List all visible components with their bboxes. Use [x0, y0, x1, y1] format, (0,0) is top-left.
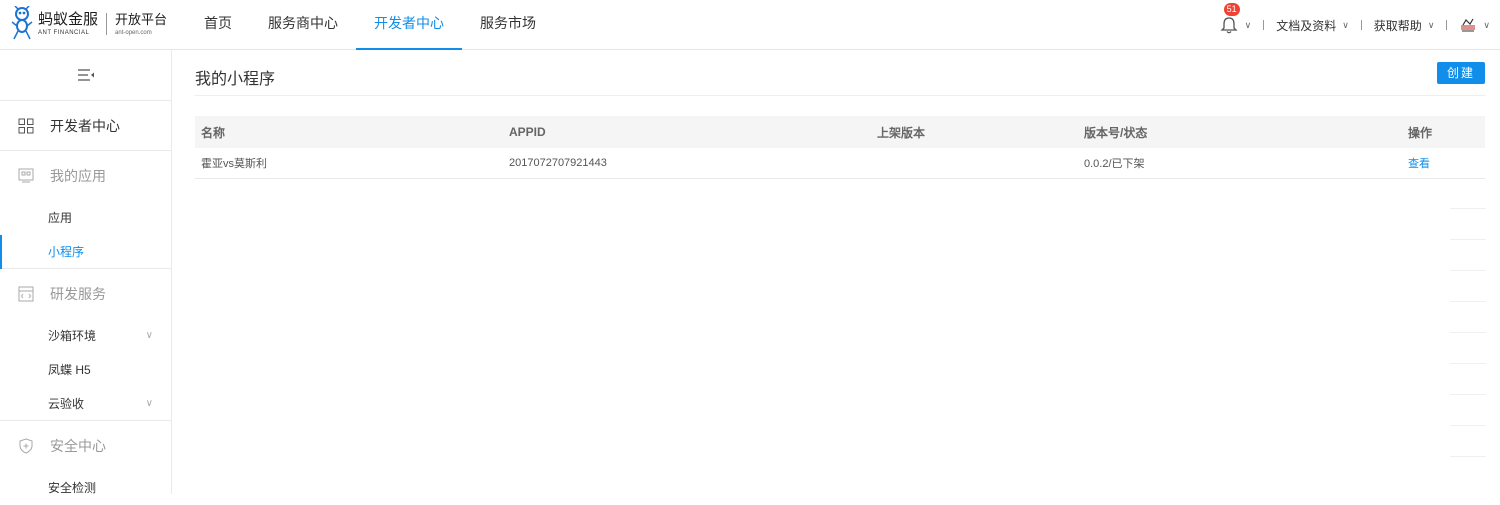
- sidebar-group-label: 我的应用: [50, 168, 106, 184]
- code-window-icon: [18, 286, 34, 302]
- docs-menu[interactable]: 文档及资料: [1276, 17, 1336, 34]
- divider: [1450, 270, 1486, 271]
- sidebar-item-fengdie[interactable]: 凤蝶 H5: [0, 353, 171, 387]
- page-title: 我的小程序: [195, 71, 276, 88]
- notification-badge: 51: [1223, 3, 1240, 16]
- logo[interactable]: 蚂蚁金服 ANT FINANCIAL 开放平台 ant-open.com: [10, 6, 167, 42]
- divider: [1450, 301, 1486, 302]
- sidebar-item-security-check[interactable]: 安全检测: [0, 471, 171, 505]
- bell-icon: [1220, 17, 1238, 34]
- chevron-down-icon: ∨: [145, 330, 153, 341]
- shield-icon: [19, 438, 33, 454]
- divider: [1446, 20, 1448, 30]
- sidebar-item-mini-programs[interactable]: 小程序: [0, 235, 171, 269]
- main-nav: 首页 服务商中心 开发者中心 服务市场: [186, 0, 554, 50]
- brand-name: 蚂蚁金服: [38, 11, 99, 28]
- create-button[interactable]: 创建: [1437, 62, 1485, 84]
- avatar[interactable]: [1459, 16, 1477, 34]
- chevron-down-icon[interactable]: ∨: [1342, 20, 1349, 31]
- view-link[interactable]: 查看: [1408, 155, 1485, 171]
- divider: [1360, 20, 1362, 30]
- divider: [1450, 239, 1486, 240]
- column-header-name: 名称: [201, 125, 226, 140]
- top-header: 蚂蚁金服 ANT FINANCIAL 开放平台 ant-open.com 首页 …: [0, 0, 1500, 50]
- sidebar-collapse-button[interactable]: [0, 50, 171, 101]
- table-row: 霍亚vs莫斯利 2017072707921443 0.0.2/已下架 查看: [195, 148, 1485, 179]
- brand-name-en: ANT FINANCIAL: [38, 30, 90, 36]
- nav-home[interactable]: 首页: [186, 0, 250, 50]
- divider: [1450, 332, 1486, 333]
- menu-fold-icon: [77, 69, 94, 81]
- sidebar-group-security-center[interactable]: 安全中心: [0, 421, 171, 471]
- chevron-down-icon[interactable]: ∨: [1245, 20, 1252, 31]
- divider: [1263, 20, 1265, 30]
- sidebar-item-cloud-acceptance[interactable]: 云验收 ∨: [0, 387, 171, 421]
- sidebar-item-label: 开发者中心: [50, 117, 120, 134]
- app-icon: [18, 168, 34, 183]
- logo-divider: [106, 13, 108, 35]
- column-header-appid: APPID: [509, 125, 546, 139]
- title-divider: [195, 95, 1485, 96]
- nav-developer-center[interactable]: 开发者中心: [356, 0, 462, 50]
- sidebar: 开发者中心 我的应用 应用 小程序 研发服务 沙箱环境 ∨ 凤蝶 H5 云验收 …: [0, 50, 172, 495]
- column-header-listed-version: 上架版本: [877, 125, 926, 140]
- platform-name: 开放平台: [115, 12, 168, 27]
- nav-service-market[interactable]: 服务市场: [462, 0, 554, 50]
- sidebar-item-label: 沙箱环境: [48, 329, 97, 343]
- notification-button[interactable]: 51: [1219, 3, 1240, 35]
- sidebar-item-developer-center[interactable]: 开发者中心: [0, 101, 171, 151]
- divider: [1450, 208, 1486, 209]
- divider: [1450, 456, 1486, 457]
- sidebar-group-label: 研发服务: [50, 286, 106, 302]
- cell-name: 霍亚vs莫斯利: [201, 158, 267, 170]
- main-content: 我的小程序 创建 名称 APPID 上架版本 版本号/状态 操作 霍亚vs莫斯利…: [172, 50, 1500, 494]
- ant-logo-icon: [11, 6, 33, 40]
- table-header: 名称 APPID 上架版本 版本号/状态 操作: [195, 116, 1485, 148]
- mini-program-table: 名称 APPID 上架版本 版本号/状态 操作 霍亚vs莫斯利 20170727…: [195, 116, 1485, 179]
- sidebar-item-apps[interactable]: 应用: [0, 201, 171, 235]
- grid-icon: [18, 118, 34, 133]
- divider: [1450, 363, 1486, 364]
- header-right: 51 ∨ 文档及资料 ∨ 获取帮助 ∨ ∨: [1219, 0, 1490, 50]
- chevron-down-icon[interactable]: ∨: [1483, 20, 1490, 31]
- chevron-down-icon[interactable]: ∨: [1428, 20, 1435, 31]
- cell-appid: 2017072707921443: [509, 157, 607, 169]
- divider: [1450, 425, 1486, 426]
- nav-provider-center[interactable]: 服务商中心: [250, 0, 356, 50]
- chevron-down-icon: ∨: [145, 398, 153, 409]
- cell-version-status: 0.0.2/已下架: [1084, 158, 1145, 170]
- column-header-action: 操作: [1408, 125, 1433, 140]
- sidebar-item-label: 云验收: [48, 397, 85, 411]
- sidebar-item-sandbox[interactable]: 沙箱环境 ∨: [0, 319, 171, 353]
- sidebar-group-rd-services[interactable]: 研发服务: [0, 269, 171, 319]
- divider: [1450, 394, 1486, 395]
- sidebar-group-label: 安全中心: [50, 438, 106, 454]
- platform-domain: ant-open.com: [115, 30, 152, 36]
- column-header-version-status: 版本号/状态: [1084, 125, 1148, 140]
- sidebar-group-my-apps[interactable]: 我的应用: [0, 151, 171, 201]
- help-menu[interactable]: 获取帮助: [1374, 17, 1422, 34]
